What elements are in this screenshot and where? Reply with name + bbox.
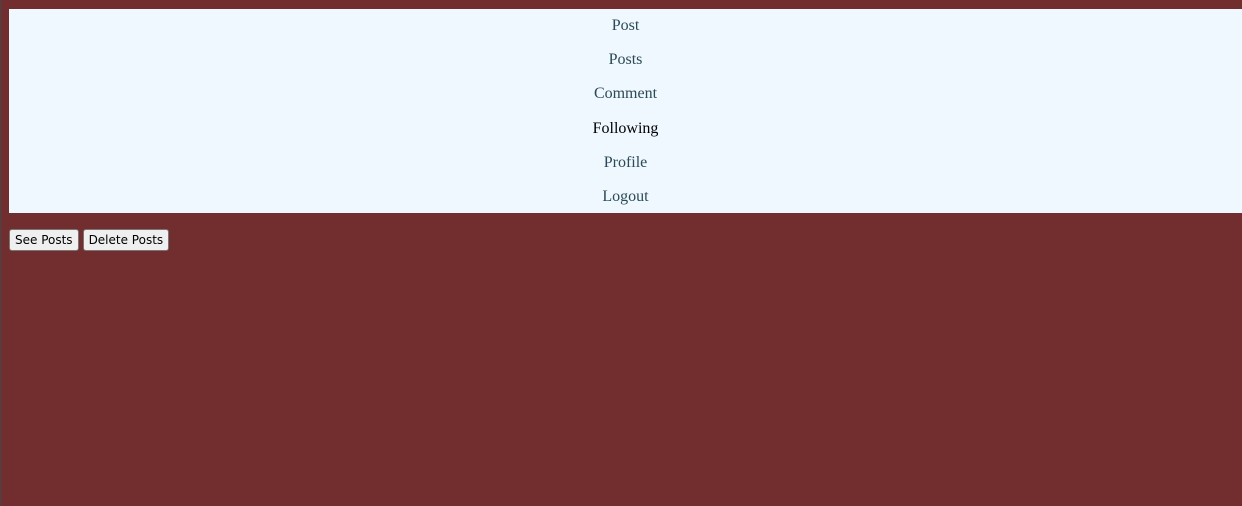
see-posts-button[interactable]: See Posts bbox=[9, 229, 79, 251]
nav-item-logout[interactable]: Logout bbox=[602, 187, 648, 207]
nav-item-post[interactable]: Post bbox=[612, 16, 640, 36]
post-actions: See Posts Delete Posts bbox=[9, 229, 170, 251]
window-left-edge bbox=[0, 0, 2, 506]
delete-posts-button[interactable]: Delete Posts bbox=[82, 229, 170, 251]
nav-item-following[interactable]: Following bbox=[593, 119, 659, 139]
nav-item-posts[interactable]: Posts bbox=[609, 50, 643, 70]
nav-item-profile[interactable]: Profile bbox=[604, 153, 648, 173]
main-nav: Post Posts Comment Following Profile Log… bbox=[9, 9, 1242, 213]
nav-item-comment[interactable]: Comment bbox=[594, 84, 657, 104]
